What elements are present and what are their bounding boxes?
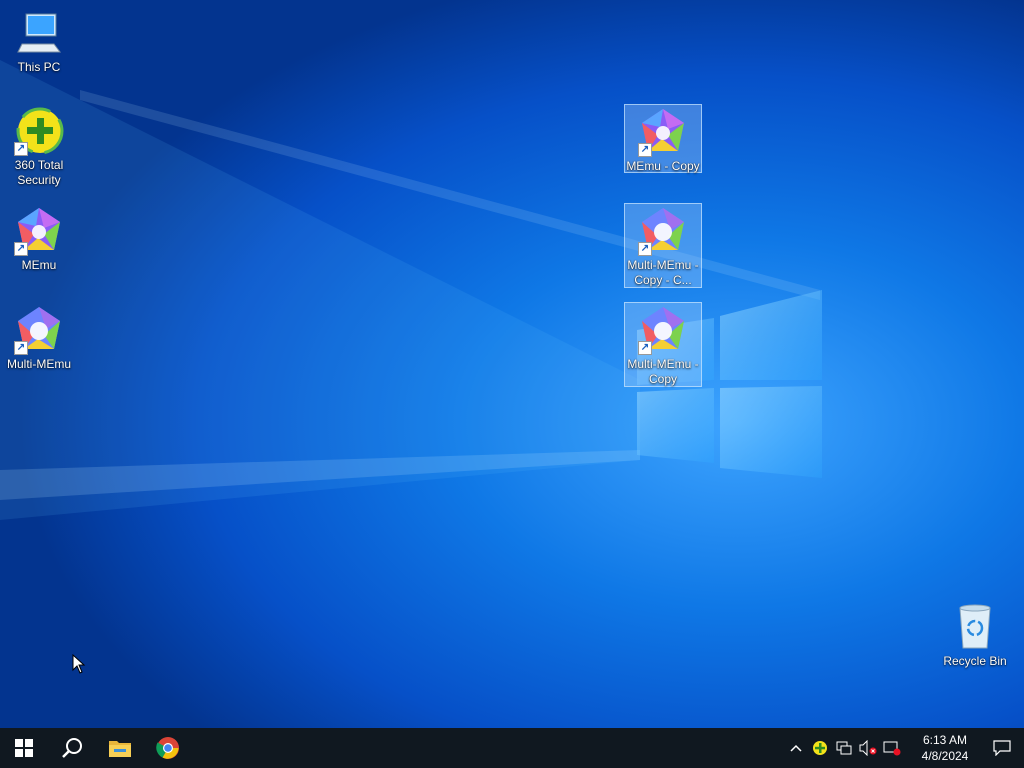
wallpaper <box>0 60 822 520</box>
desktop-icon-label: Recycle Bin <box>943 654 1007 668</box>
memu-icon: ↗ <box>14 206 64 256</box>
volume-muted-icon[interactable] <box>856 728 880 768</box>
shortcut-arrow-icon: ↗ <box>638 341 652 355</box>
desktop-icon-label: Multi-MEmu - Copy <box>627 357 699 386</box>
recycle-bin-icon <box>950 602 1000 652</box>
desktop-icon-multi-memu-copy[interactable]: ↗ Multi-MEmu - Copy <box>624 302 702 387</box>
computer-icon <box>14 8 64 58</box>
shortcut-arrow-icon: ↗ <box>14 341 28 355</box>
shortcut-arrow-icon: ↗ <box>14 142 28 156</box>
windows-icon <box>15 739 33 757</box>
notification-icon <box>993 740 1011 756</box>
multi-memu-icon: ↗ <box>638 305 688 355</box>
desktop-icon-label: 360 Total Security <box>14 158 64 187</box>
file-explorer-button[interactable] <box>96 728 144 768</box>
notification-center-button[interactable] <box>980 728 1024 768</box>
desktop-icon-label: MEmu - Copy <box>626 159 700 173</box>
start-button[interactable] <box>0 728 48 768</box>
memu-icon: ↗ <box>638 107 688 157</box>
desktop-icon-multi-memu-copy-c[interactable]: ↗ Multi-MEmu - Copy - C... <box>624 203 702 288</box>
chrome-icon <box>156 737 179 759</box>
search-button[interactable] <box>48 728 96 768</box>
folder-icon <box>109 741 131 757</box>
taskbar: 6:13 AM 4/8/2024 <box>0 728 1024 768</box>
desktop-icon-360-total-security[interactable]: ↗ 360 Total Security <box>0 104 78 188</box>
network-error-icon[interactable] <box>880 728 904 768</box>
desktop-icon-recycle-bin[interactable]: Recycle Bin <box>936 600 1014 669</box>
desktop-icon-label: MEmu <box>21 258 57 272</box>
desktop-icon-multi-memu[interactable]: ↗ Multi-MEmu <box>0 303 78 372</box>
multi-memu-icon: ↗ <box>14 305 64 355</box>
chrome-button[interactable] <box>144 728 192 768</box>
taskbar-clock[interactable]: 6:13 AM 4/8/2024 <box>910 732 980 764</box>
shortcut-arrow-icon: ↗ <box>14 242 28 256</box>
multi-memu-icon: ↗ <box>638 206 688 256</box>
shortcut-arrow-icon: ↗ <box>638 143 652 157</box>
system-tray: 6:13 AM 4/8/2024 <box>784 728 1024 768</box>
desktop-icon-label: Multi-MEmu <box>6 357 71 371</box>
desktop-icon-memu-copy[interactable]: ↗ MEmu - Copy <box>624 104 702 173</box>
desktop-icon-memu[interactable]: ↗ MEmu <box>0 204 78 273</box>
desktop-icon-label: This PC <box>17 60 61 74</box>
network-icon[interactable] <box>832 728 856 768</box>
clock-time: 6:13 AM <box>922 733 968 747</box>
360-security-icon: ↗ <box>14 106 64 156</box>
shortcut-arrow-icon: ↗ <box>638 242 652 256</box>
desktop-icon-label: Multi-MEmu - Copy - C... <box>627 258 699 287</box>
chevron-up-icon[interactable] <box>784 728 808 768</box>
clock-date: 4/8/2024 <box>921 749 969 763</box>
desktop-icon-this-pc[interactable]: This PC <box>0 6 78 75</box>
360-security-icon[interactable] <box>808 728 832 768</box>
search-icon <box>62 738 82 758</box>
mouse-cursor-icon <box>72 654 86 674</box>
